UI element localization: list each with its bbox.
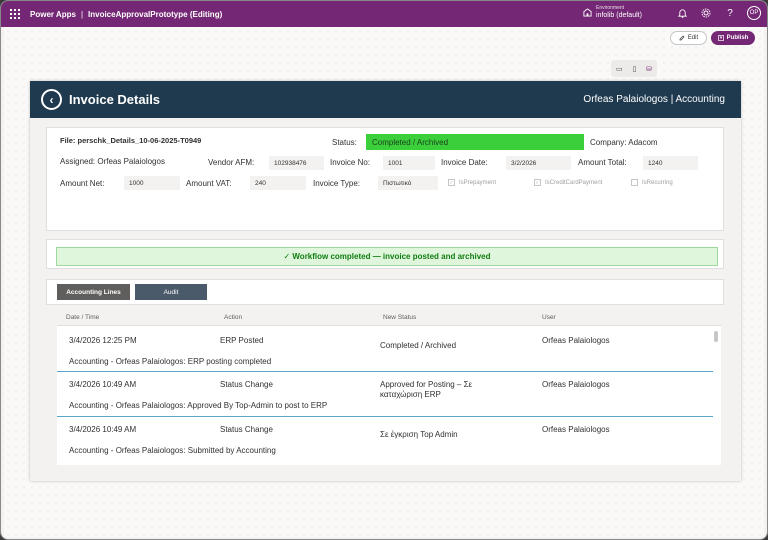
tab-audit[interactable]: Audit (135, 284, 207, 300)
avatar[interactable]: OP (747, 6, 761, 20)
invoice-no-field[interactable]: 1001 (383, 156, 435, 170)
title-separator: | (80, 9, 84, 19)
publish-button[interactable]: Publish (711, 31, 755, 45)
bell-icon[interactable] (675, 6, 689, 20)
invoice-type-label: Invoice Type: (313, 179, 360, 188)
amount-net-label: Amount Net: (60, 179, 105, 188)
invoice-type-field[interactable]: Πιστωτικό (378, 176, 438, 190)
column-header: User (542, 314, 556, 321)
table-header: Date / Time Action New Status User (57, 311, 721, 326)
amount-total-label: Amount Total: (578, 158, 627, 167)
help-icon[interactable]: ? (723, 6, 737, 20)
company-label: Company: Adacom (590, 138, 658, 147)
amount-vat-field[interactable]: 240 (250, 176, 306, 190)
prepayment-checkbox[interactable]: ✓ IsPrepayment (448, 179, 496, 186)
tab-accounting-lines[interactable]: Accounting Lines (57, 284, 130, 300)
checkbox-empty-icon (631, 179, 638, 186)
recurring-checkbox[interactable]: IsRecurring (631, 179, 673, 186)
table-row[interactable]: 3/4/2026 10:49 AM Status Change Approved… (57, 372, 713, 417)
workflow-banner-card: ✓ Workflow completed — invoice posted an… (46, 239, 724, 269)
publish-button-label: Publish (726, 35, 749, 41)
device-preview-toolbar: ▭ ▯ ⛁ (611, 60, 657, 77)
app-screen: ‹ Invoice Details Orfeas Palaiologos | A… (30, 81, 741, 481)
column-header: New Status (383, 314, 417, 321)
checkbox-check-icon: ✓ (448, 179, 455, 186)
app-launcher-icon[interactable] (10, 9, 20, 19)
prepayment-label: IsPrepayment (459, 179, 497, 186)
edit-button-label: Edit (687, 35, 699, 41)
database-icon[interactable]: ⛁ (646, 65, 652, 73)
amount-net-field[interactable]: 1000 (124, 176, 180, 190)
page-title: Invoice Details (69, 92, 161, 107)
phone-icon[interactable]: ▯ (632, 65, 636, 73)
column-header: Action (224, 314, 243, 321)
environment-value: infolib (default) (596, 12, 642, 19)
row-note: Accounting - Orfeas Palaiologos: ERP pos… (69, 357, 272, 366)
back-arrow-icon[interactable]: ‹ (41, 89, 62, 110)
column-header: Date / Time (66, 314, 100, 321)
top-bar: Power Apps | InvoiceApprovalPrototype (E… (1, 1, 767, 27)
cell-datetime: 3/4/2026 12:25 PM (69, 336, 137, 345)
gear-icon[interactable] (699, 6, 713, 20)
invoice-no-label: Invoice No: (330, 158, 371, 167)
cell-status: Completed / Archived (380, 341, 457, 350)
status-label: Status: (332, 138, 357, 147)
environment-icon (583, 8, 592, 17)
cell-user: Orfeas Palaiologos (542, 336, 610, 345)
file-label: File: perschk_Details_10-06-2025-T0949 (60, 136, 202, 145)
invoice-details-card: File: perschk_Details_10-06-2025-T0949 S… (46, 127, 724, 231)
creditcard-label: IsCreditCardPayment (545, 179, 603, 186)
vendor-afm-field[interactable]: 102938476 (269, 156, 324, 170)
amount-vat-label: Amount VAT: (186, 179, 232, 188)
cell-status: Σε έγκριση Top Admin (380, 430, 458, 439)
pencil-icon (679, 35, 685, 41)
status-field: Completed / Archived (366, 134, 584, 150)
checkbox-check-icon: ✓ (534, 179, 541, 186)
table-row[interactable]: 3/4/2026 10:49 AM Status Change Σε έγκρι… (57, 417, 713, 462)
recurring-label: IsRecurring (642, 179, 673, 186)
creditcard-checkbox[interactable]: ✓ IsCreditCardPayment (534, 179, 602, 186)
cell-datetime: 3/4/2026 10:49 AM (69, 380, 137, 389)
workflow-status-banner: ✓ Workflow completed — invoice posted an… (56, 247, 718, 266)
environment-picker[interactable]: Environment infolib (default) (583, 5, 642, 20)
cell-status: Approved for Posting – Σε καταχώριση ERP (380, 380, 473, 399)
invoice-date-field[interactable]: 3/2/2026 (506, 156, 571, 170)
assigned-label: Assigned: Orfeas Palaiologos (60, 157, 165, 166)
audit-table: Date / Time Action New Status User 3/4/2… (57, 311, 721, 465)
table-row[interactable]: 3/4/2026 12:25 PM ERP Posted Completed /… (57, 327, 713, 372)
tabs-card: Accounting Lines Audit (46, 279, 724, 305)
row-note: Accounting - Orfeas Palaiologos: Submitt… (69, 446, 276, 455)
cell-user: Orfeas Palaiologos (542, 425, 610, 434)
app-title: InvoiceApprovalPrototype (Editing) (88, 9, 223, 19)
window-frame: Power Apps | InvoiceApprovalPrototype (E… (0, 0, 768, 540)
publish-icon (717, 35, 724, 41)
vendor-afm-label: Vendor AFM: (208, 158, 255, 167)
environment-label: Environment (596, 5, 625, 11)
cell-action: Status Change (220, 425, 273, 434)
cell-action: ERP Posted (220, 336, 264, 345)
tablet-icon[interactable]: ▭ (616, 65, 623, 73)
edit-button[interactable]: Edit (670, 31, 707, 45)
user-role-label: Orfeas Palaiologos | Accounting (583, 94, 725, 105)
screen-header: ‹ Invoice Details Orfeas Palaiologos | A… (30, 81, 741, 118)
table-scrollbar[interactable] (714, 331, 718, 342)
product-name[interactable]: Power Apps (30, 10, 76, 19)
row-note: Accounting - Orfeas Palaiologos: Approve… (69, 401, 328, 410)
invoice-date-label: Invoice Date: (441, 158, 488, 167)
cell-user: Orfeas Palaiologos (542, 380, 610, 389)
cell-action: Status Change (220, 380, 273, 389)
amount-total-field[interactable]: 1240 (643, 156, 698, 170)
cell-datetime: 3/4/2026 10:49 AM (69, 425, 137, 434)
